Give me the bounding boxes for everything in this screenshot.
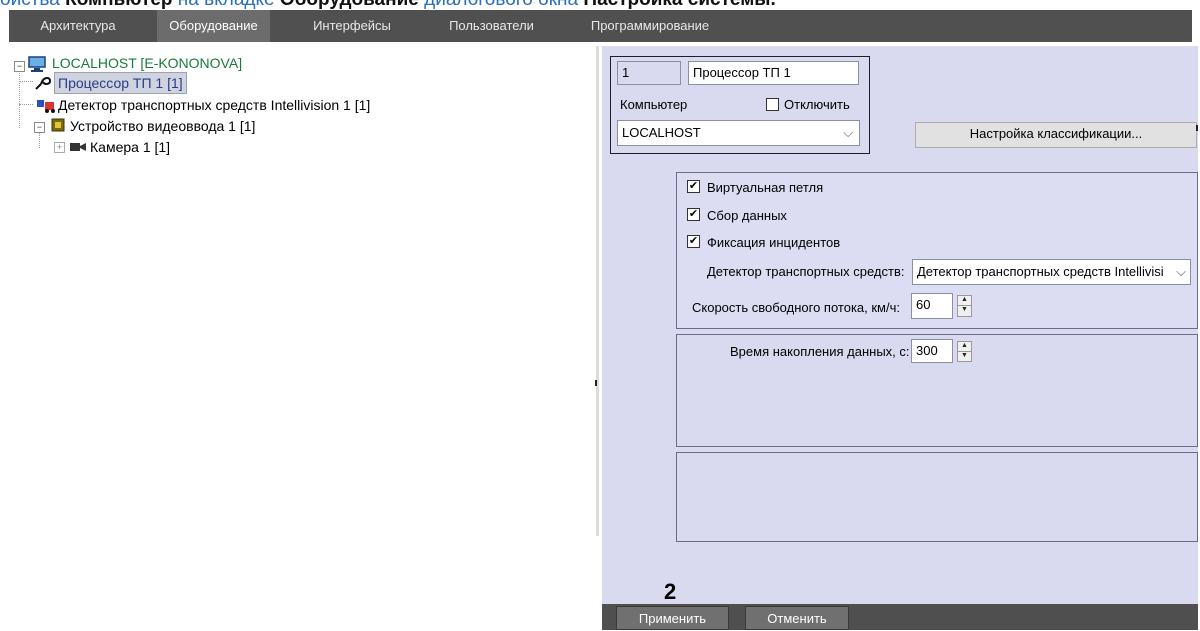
tab-programming[interactable]: Программирование	[585, 10, 715, 42]
tree-item-detector[interactable]: Детектор транспортных средств Intellivis…	[58, 95, 370, 115]
speed-spinner[interactable]: ▲ ▼	[957, 295, 972, 317]
cancel-button[interactable]: Отменить	[745, 606, 849, 630]
computer-select-value: LOCALHOST	[622, 125, 701, 140]
video-input-device-icon	[51, 118, 65, 132]
apply-button[interactable]: Применить	[616, 606, 729, 630]
spin-down-icon[interactable]: ▼	[958, 352, 971, 362]
vehicle-detector-icon	[37, 100, 55, 113]
spin-up-icon[interactable]: ▲	[958, 342, 971, 352]
tree-guide-line	[19, 81, 33, 82]
detector-select[interactable]: Детектор транспортных средств Intellivis…	[912, 259, 1191, 285]
object-tree: − LOCALHOST [E-KONONOVA] Процессор ТП 1 …	[0, 0, 596, 630]
annotation-marker: 2	[664, 579, 677, 604]
speed-label: Скорость свободного потока, км/ч:	[692, 300, 900, 315]
virtual-loop-checkbox[interactable]: ✔	[687, 180, 700, 193]
accumulation-spinner[interactable]: ▲ ▼	[957, 341, 972, 362]
disable-checkbox[interactable]	[766, 98, 779, 111]
object-name-field[interactable]: Процессор ТП 1	[688, 61, 859, 85]
computer-label: Компьютер	[620, 97, 688, 112]
spin-up-icon[interactable]: ▲	[958, 296, 971, 306]
classification-settings-button[interactable]: Настройка классификации...	[915, 122, 1197, 148]
speed-field[interactable]: 60	[911, 293, 953, 319]
detector-label: Детектор транспортных средств:	[707, 264, 905, 279]
empty-frame	[676, 452, 1198, 542]
panel-splitter[interactable]	[596, 46, 599, 536]
incidents-checkbox[interactable]: ✔	[687, 235, 700, 248]
disable-label: Отключить	[784, 97, 850, 112]
data-collection-checkbox[interactable]: ✔	[687, 208, 700, 221]
data-collection-label: Сбор данных	[707, 208, 787, 223]
tree-item-camera[interactable]: Камера 1 [1]	[90, 137, 170, 157]
computer-select[interactable]: LOCALHOST ⌵	[617, 120, 860, 146]
virtual-loop-label: Виртуальная петля	[707, 180, 824, 195]
splitter-grip	[595, 380, 597, 386]
tree-item-video-input[interactable]: Устройство видеоввода 1 [1]	[70, 116, 255, 136]
tree-guide-line	[19, 104, 33, 105]
camera-icon	[70, 143, 86, 151]
chevron-down-icon: ⌵	[843, 125, 853, 140]
tree-item-processor[interactable]: Процессор ТП 1 [1]	[54, 72, 187, 94]
tree-guide-line	[39, 133, 40, 148]
accumulation-field[interactable]: 300	[911, 339, 953, 363]
tree-guide-line	[19, 70, 20, 128]
traffic-processor-icon	[35, 76, 52, 90]
tree-collapse-toggle[interactable]: −	[14, 61, 25, 72]
object-id-field[interactable]: 1	[617, 61, 681, 85]
accumulation-label: Время накопления данных, с:	[730, 344, 910, 359]
edge-marker	[1196, 125, 1198, 131]
tree-item-localhost[interactable]: LOCALHOST [E-KONONOVA]	[52, 53, 242, 73]
chevron-down-icon: ⌵	[1176, 260, 1186, 284]
detector-select-value: Детектор транспортных средств Intellivis…	[917, 264, 1164, 279]
tree-expand-toggle[interactable]: +	[54, 142, 65, 153]
tree-collapse-toggle[interactable]: −	[34, 122, 45, 133]
incidents-label: Фиксация инцидентов	[707, 235, 841, 250]
spin-down-icon[interactable]: ▼	[958, 306, 971, 316]
computer-icon	[28, 56, 46, 72]
